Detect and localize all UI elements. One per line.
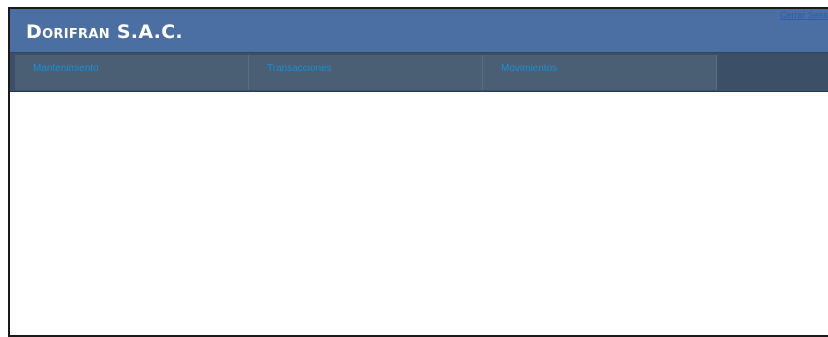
app-title: Dorifran S.A.C.	[26, 21, 183, 43]
menu-items: Mantenimiento Transacciones Movimientos	[15, 55, 717, 90]
page-frame: Dorifran S.A.C. Cerrar Sesión Mantenimie…	[8, 7, 828, 337]
menu-item-movimientos[interactable]: Movimientos	[483, 55, 717, 90]
menu-item-mantenimiento[interactable]: Mantenimiento	[15, 55, 249, 90]
logout-link[interactable]: Cerrar Sesión	[780, 10, 828, 21]
site-header: Dorifran S.A.C. Cerrar Sesión	[10, 9, 828, 52]
menu-item-transacciones[interactable]: Transacciones	[249, 55, 483, 90]
content-area	[10, 92, 828, 332]
main-menu: Mantenimiento Transacciones Movimientos	[10, 52, 828, 92]
